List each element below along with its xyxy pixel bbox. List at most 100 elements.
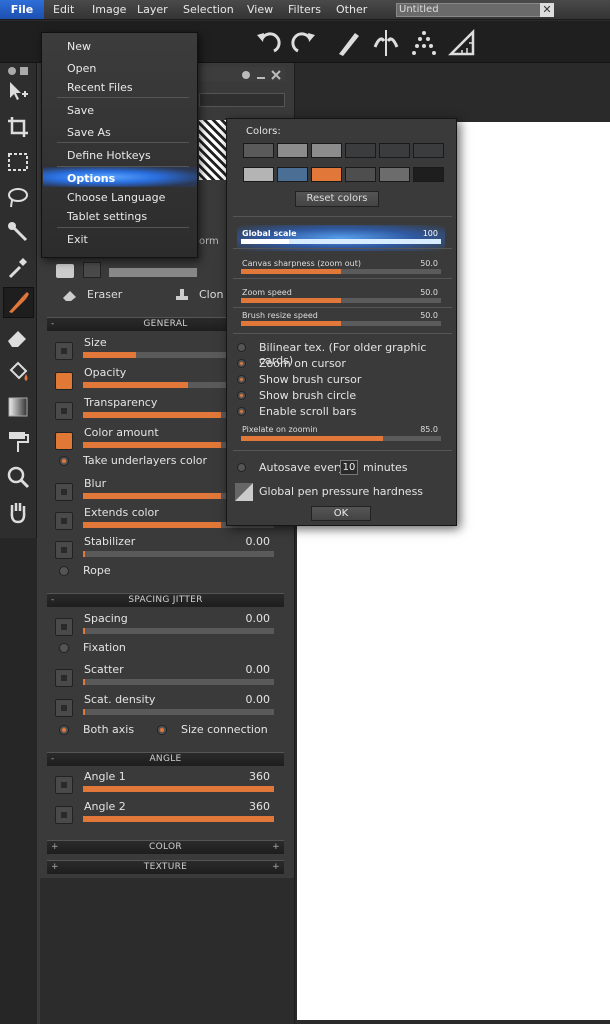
general-lock-checkbox[interactable] [55, 372, 73, 390]
expand-icon[interactable]: + [51, 861, 59, 874]
general-lock-checkbox[interactable] [55, 483, 73, 501]
bucket-fill-icon[interactable] [6, 360, 30, 384]
file-menu-item-save[interactable]: Save [67, 104, 94, 117]
menu-layer[interactable]: Layer [137, 2, 168, 17]
eyedropper-icon[interactable] [6, 255, 30, 279]
general-row[interactable]: Stabilizer 0.00 [52, 535, 280, 563]
close-document-button[interactable]: ✕ [540, 3, 554, 17]
gradient-tool-icon[interactable] [6, 395, 30, 419]
general-lock-checkbox[interactable] [55, 402, 73, 420]
autosave-minutes-input[interactable]: 10 [340, 460, 358, 475]
section-texture-header[interactable]: + TEXTURE + [47, 860, 284, 874]
spacing-row[interactable]: Scatter 0.00 [52, 663, 280, 691]
redo-icon[interactable] [290, 27, 318, 57]
pixelate-slider[interactable] [241, 436, 441, 441]
expand-icon[interactable]: + [272, 861, 280, 874]
move-tool-icon[interactable] [6, 80, 30, 104]
paint-brush-icon[interactable] [6, 290, 30, 314]
menu-file[interactable]: File [0, 0, 44, 19]
color-swatch[interactable] [243, 143, 274, 158]
menu-filters[interactable]: Filters [288, 2, 321, 17]
menu-image[interactable]: Image [92, 2, 126, 17]
spacing-slider[interactable] [83, 628, 274, 634]
collapse-icon[interactable]: - [51, 753, 55, 766]
brush-tool-icon[interactable] [335, 27, 363, 57]
general-slider[interactable] [83, 551, 274, 557]
fixation-radio[interactable] [59, 643, 69, 653]
menu-edit[interactable]: Edit [53, 2, 74, 17]
reset-colors-button[interactable]: Reset colors [295, 191, 379, 207]
menu-view[interactable]: View [247, 2, 273, 17]
layer-checkbox[interactable] [83, 262, 101, 278]
file-menu-item-options[interactable]: Options [67, 172, 115, 185]
option-radio[interactable] [237, 391, 246, 400]
collapse-icon[interactable]: - [51, 318, 55, 331]
hand-tool-icon[interactable] [6, 500, 30, 524]
color-swatch[interactable] [277, 167, 308, 182]
size-connection-radio[interactable] [157, 725, 167, 735]
color-swatch[interactable] [345, 167, 376, 182]
menu-other[interactable]: Other [336, 2, 367, 17]
panel-close-icons[interactable] [7, 66, 29, 77]
ruler-triangle-icon[interactable] [448, 27, 476, 57]
file-menu-item-new[interactable]: New [67, 40, 91, 53]
pen-pressure-icon[interactable] [235, 483, 253, 501]
angle-row[interactable]: Angle 2 360 [52, 800, 280, 828]
color-swatch[interactable] [311, 143, 342, 158]
layer-slider[interactable] [109, 268, 197, 277]
file-menu-item-tablet-settings[interactable]: Tablet settings [67, 210, 147, 223]
color-swatch[interactable] [379, 167, 410, 182]
option-slider[interactable] [241, 321, 441, 326]
spacing-lock-checkbox[interactable] [55, 699, 73, 717]
document-name-field[interactable]: Untitled [396, 3, 554, 17]
both-axis-radio[interactable] [59, 725, 69, 735]
dots-pattern-icon[interactable] [410, 27, 438, 57]
file-menu-item-choose-language[interactable]: Choose Language [67, 191, 165, 204]
underlayers-radio[interactable] [59, 456, 69, 466]
magic-wand-icon[interactable] [6, 220, 30, 244]
option-radio[interactable] [237, 343, 246, 352]
clone-label-fragment[interactable]: Clon [199, 288, 223, 301]
file-menu-item-open[interactable]: Open [67, 62, 96, 75]
spacing-slider[interactable] [83, 709, 274, 715]
collapse-icon[interactable]: - [51, 594, 55, 607]
color-swatch[interactable] [243, 167, 274, 182]
color-swatch[interactable] [413, 167, 444, 182]
option-radio[interactable] [237, 375, 246, 384]
color-swatch[interactable] [277, 143, 308, 158]
option-slider[interactable] [241, 298, 441, 303]
angle-slider[interactable] [83, 786, 274, 792]
symmetry-icon[interactable] [372, 27, 400, 57]
crop-tool-icon[interactable] [6, 115, 30, 139]
section-angle-header[interactable]: - ANGLE [47, 752, 284, 766]
section-spacing-header[interactable]: - SPACING JITTER [47, 593, 284, 607]
spacing-row[interactable]: Scat. density 0.00 [52, 693, 280, 721]
general-lock-checkbox[interactable] [55, 512, 73, 530]
color-swatch[interactable] [311, 167, 342, 182]
angle-lock-checkbox[interactable] [55, 776, 73, 794]
lasso-tool-icon[interactable] [6, 185, 30, 209]
spacing-row[interactable]: Spacing 0.00 [52, 612, 280, 640]
layer-thumb[interactable] [56, 264, 74, 278]
section-color-header[interactable]: + COLOR + [47, 840, 284, 854]
file-menu-item-recent-files[interactable]: Recent Files [67, 81, 133, 94]
file-menu-item-define-hotkeys[interactable]: Define Hotkeys [67, 149, 151, 162]
general-lock-checkbox[interactable] [55, 342, 73, 360]
autosave-radio[interactable] [237, 463, 246, 472]
color-swatch[interactable] [413, 143, 444, 158]
eraser-label[interactable]: Eraser [87, 288, 122, 301]
menu-selection[interactable]: Selection [183, 2, 234, 17]
panel-dropdown-fragment[interactable] [199, 93, 285, 107]
paint-roller-icon[interactable] [6, 430, 30, 454]
rope-radio[interactable] [59, 566, 69, 576]
option-radio[interactable] [237, 359, 246, 368]
color-swatch[interactable] [379, 143, 410, 158]
eraser-tool-icon[interactable] [6, 325, 30, 349]
spacing-slider[interactable] [83, 679, 274, 685]
option-slider[interactable] [241, 269, 441, 274]
file-menu-item-save-as[interactable]: Save As [67, 126, 111, 139]
general-lock-checkbox[interactable] [55, 432, 73, 450]
spacing-lock-checkbox[interactable] [55, 618, 73, 636]
angle-slider[interactable] [83, 816, 274, 822]
rect-select-icon[interactable] [6, 150, 30, 174]
